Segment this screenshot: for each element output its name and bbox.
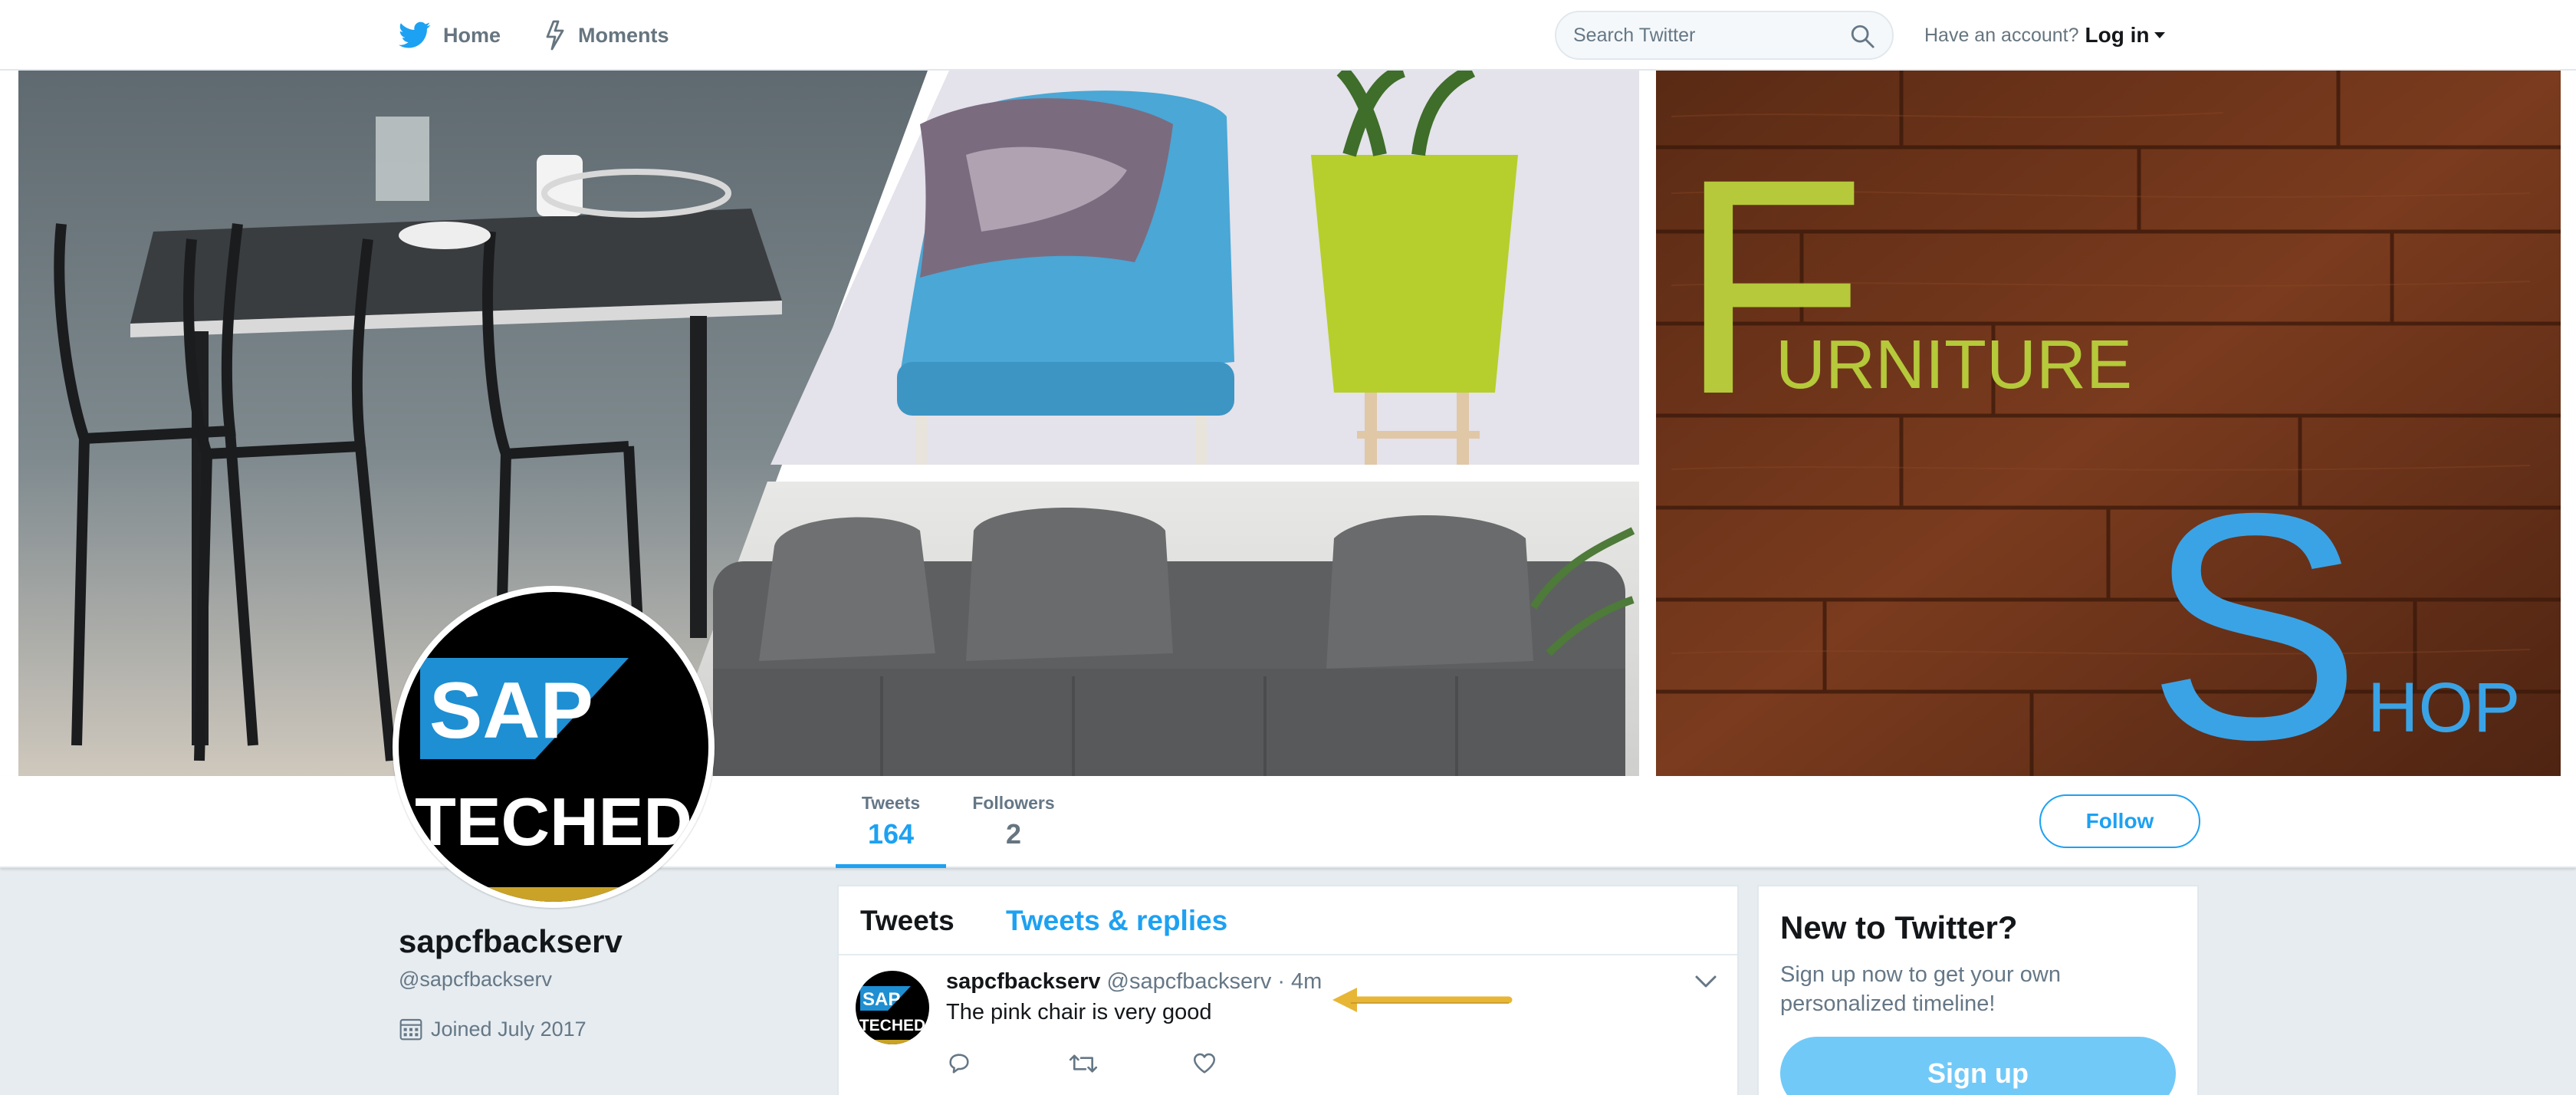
signup-subtitle: Sign up now to get your own personalized… — [1780, 962, 2061, 1016]
search-icon[interactable] — [1849, 23, 1875, 49]
profile-handle: @sapcfbackserv — [399, 968, 552, 991]
stat-tweets[interactable]: Tweets 164 — [836, 793, 946, 868]
tweet-text: The pink chair is very good — [946, 1000, 1212, 1024]
profile-name[interactable]: sapcfbackserv — [399, 923, 623, 960]
stat-followers-label: Followers — [972, 793, 1055, 813]
tweet-avatar-logo: SAP TECHED — [856, 971, 929, 1044]
reply-icon — [949, 1054, 969, 1074]
profile-nav-bar: Tweets 164 Followers 2 Follow — [0, 776, 2576, 868]
joined-label: Joined July 2017 — [431, 1017, 586, 1041]
avatar-logo-top: SAP — [429, 666, 593, 755]
avatar-logo-bottom: TECHED — [415, 784, 692, 860]
tweet-author-handle[interactable]: @sapcfbackserv — [1107, 969, 1272, 995]
stat-tweets-label: Tweets — [861, 793, 921, 813]
tab-tweets-and-replies[interactable]: Tweets & replies — [1006, 886, 1227, 955]
profile-avatar[interactable]: SAP TECHED — [393, 586, 715, 908]
tweet-avatar[interactable]: SAP TECHED — [856, 971, 929, 1044]
account-area: Have an account? Log in — [1924, 0, 2165, 71]
signup-title: New to Twitter? — [1780, 909, 2018, 945]
account-prompt: Have an account? — [1924, 24, 2079, 46]
nav-moments[interactable]: Moments — [544, 0, 669, 71]
signup-card: New to Twitter? Sign up now to get your … — [1757, 885, 2199, 1095]
banner-word-hop: HOP — [2367, 669, 2520, 747]
tweet-actions — [946, 1051, 1314, 1080]
tweet-avatar-top: SAP — [863, 989, 900, 1010]
tweet-author-name[interactable]: sapcfbackserv — [946, 969, 1101, 995]
tweet-header: sapcfbackserv @sapcfbackserv · 4m — [946, 969, 1322, 995]
top-navigation-bar: Home Moments Have an account? Log in — [0, 0, 2576, 71]
tweet-timestamp[interactable]: 4m — [1291, 969, 1322, 995]
login-button[interactable]: Log in — [2085, 23, 2165, 48]
retweet-icon — [1069, 1054, 1098, 1073]
signup-button[interactable]: Sign up — [1780, 1037, 2176, 1095]
lightning-icon — [546, 20, 564, 51]
like-button[interactable] — [1191, 1051, 1314, 1080]
retweet-button[interactable] — [1069, 1051, 1191, 1080]
stat-followers[interactable]: Followers 2 — [966, 793, 1061, 868]
twitter-bird-icon — [399, 21, 431, 48]
search-input[interactable] — [1573, 12, 1834, 58]
banner-letter-f: F — [1679, 115, 1866, 458]
tweet-avatar-bottom: TECHED — [859, 1017, 925, 1034]
follow-button[interactable]: Follow — [2039, 794, 2200, 848]
timeline: Tweets Tweets & replies SAP TECHED sapcf… — [837, 885, 1739, 1095]
banner-letter-s: S — [2147, 447, 2361, 776]
heart-icon — [1193, 1053, 1216, 1074]
annotation-arrow-icon — [1332, 988, 1513, 1012]
tweet-separator: · — [1277, 969, 1285, 994]
nav-home[interactable]: Home — [399, 0, 501, 71]
reply-button[interactable] — [946, 1051, 1069, 1080]
banner-image: F URNITURE S HOP — [0, 71, 2576, 776]
chevron-down-icon[interactable] — [1694, 974, 1717, 989]
tweet-item[interactable]: SAP TECHED sapcfbackserv @sapcfbackserv … — [839, 955, 1737, 1095]
login-label: Log in — [2085, 23, 2150, 47]
tab-tweets[interactable]: Tweets — [860, 886, 955, 955]
calendar-icon — [399, 1018, 422, 1041]
search-box — [1555, 11, 1894, 60]
profile-header-banner: F URNITURE S HOP — [0, 71, 2576, 776]
nav-home-label: Home — [443, 23, 501, 47]
banner-word-urniture: URNITURE — [1776, 327, 2132, 403]
joined-date: Joined July 2017 — [399, 1017, 586, 1041]
timeline-tabs: Tweets Tweets & replies — [839, 886, 1737, 955]
sap-teched-logo: SAP TECHED — [399, 592, 708, 902]
stat-followers-value: 2 — [1005, 818, 1022, 850]
nav-moments-label: Moments — [578, 23, 669, 47]
stat-tweets-value: 164 — [867, 818, 915, 850]
caret-down-icon — [2154, 32, 2165, 38]
